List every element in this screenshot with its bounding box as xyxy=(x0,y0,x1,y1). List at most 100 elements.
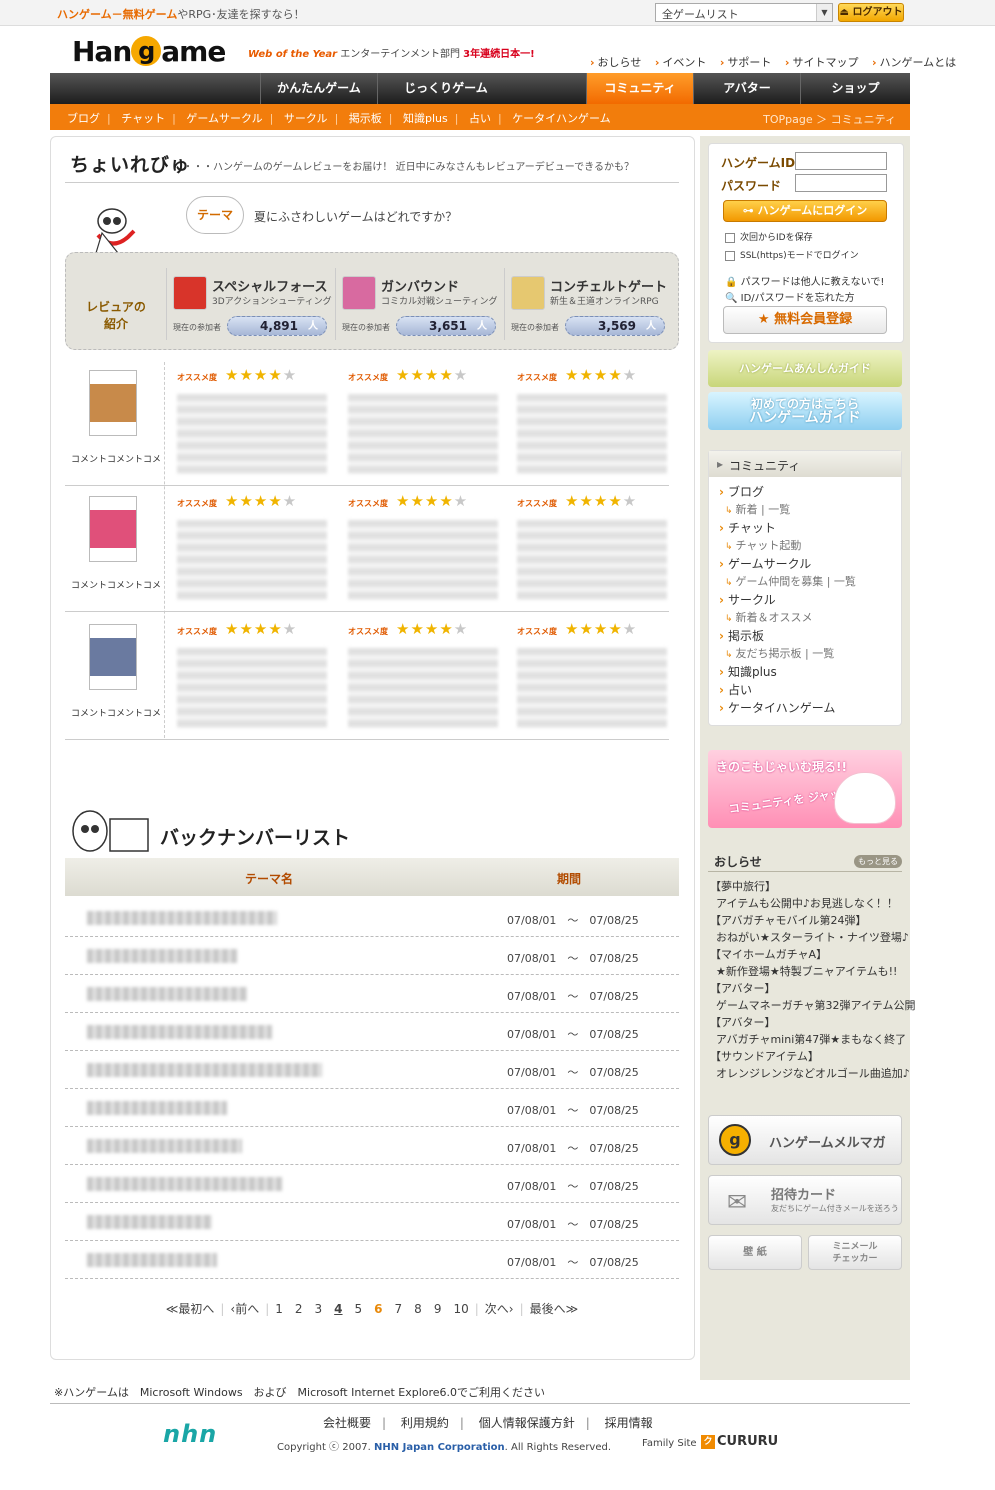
first-page-link[interactable]: ≪最初へ xyxy=(166,1302,215,1316)
game-list-select[interactable]: 全ゲームリスト ▼ xyxy=(655,3,833,22)
table-row[interactable]: 07/08/01 ～ 07/08/25 xyxy=(65,975,679,1013)
subnav-knowledge[interactable]: 知識plus xyxy=(403,112,448,125)
news-body[interactable]: おねがい★スターライト・ナイツ登場♪ xyxy=(716,929,909,945)
prev-page-link[interactable]: ‹前へ xyxy=(230,1302,259,1316)
theme-title-blurred[interactable] xyxy=(87,949,237,963)
table-row[interactable]: 07/08/01 ～ 07/08/25 xyxy=(65,1165,679,1203)
tab-easy-games[interactable]: かんたんゲーム xyxy=(260,73,377,104)
subnav-mobile[interactable]: ケータイハンゲーム xyxy=(512,112,610,125)
avatar[interactable] xyxy=(89,624,137,690)
tab-deep-games[interactable]: じっくりゲーム xyxy=(377,73,514,104)
logout-button[interactable]: ⏏ ログアウト xyxy=(838,3,904,22)
table-row[interactable]: 07/08/01 ～ 07/08/25 xyxy=(65,1013,679,1051)
community-subitem[interactable]: 友だち掲示板 | 一覧 xyxy=(725,645,835,661)
news-title[interactable]: 【サウンドアイテム】 xyxy=(710,1048,819,1064)
beginner-guide-banner[interactable]: 初めての方はこちら ハンゲームガイド xyxy=(708,392,902,430)
game-card-gunbound[interactable]: ガンバウンド コミカル対戦シューティング 現在の参加者 3,651 人 xyxy=(335,268,499,340)
game-card-special-force[interactable]: スペシャルフォース 3Dアクションシューティング 現在の参加者 4,891 人 xyxy=(166,268,332,340)
mailmag-button[interactable]: g ハンゲームメルマガ xyxy=(708,1115,902,1165)
table-row[interactable]: 07/08/01 ～ 07/08/25 xyxy=(65,1203,679,1241)
page-link[interactable]: 10 xyxy=(453,1302,468,1316)
cururu-logo[interactable]: ク CURURU xyxy=(701,1434,778,1449)
game-icon[interactable] xyxy=(511,276,545,310)
page-link[interactable]: 2 xyxy=(295,1302,303,1316)
theme-title-blurred[interactable] xyxy=(87,1101,227,1115)
news-body[interactable]: アバガチャmini第47弾★まもなく終了 xyxy=(716,1031,906,1047)
footer-link-privacy[interactable]: 個人情報保護方針 xyxy=(479,1416,575,1430)
news-more-button[interactable]: もっと見る xyxy=(854,855,902,868)
table-row[interactable]: 07/08/01 ～ 07/08/25 xyxy=(65,1127,679,1165)
news-title[interactable]: 【アバガチャモバイル第24弾】 xyxy=(710,912,866,928)
id-input[interactable] xyxy=(795,152,887,170)
page-link[interactable]: 9 xyxy=(434,1302,442,1316)
kinoko-banner[interactable]: きのこもじゃいむ現る!! コミュニティを ジャックする!? xyxy=(708,750,902,828)
subnav-circle[interactable]: サークル xyxy=(284,112,328,125)
subnav-fortune[interactable]: 占い xyxy=(469,112,491,125)
theme-title-blurred[interactable] xyxy=(87,1139,242,1153)
breadcrumb-top[interactable]: TOPpage xyxy=(763,113,812,126)
news-title[interactable]: 【アバター】 xyxy=(710,1014,776,1030)
subnav-game-circle[interactable]: ゲームサークル xyxy=(186,112,262,125)
forgot-link[interactable]: 🔍 ID/パスワードを忘れた方 xyxy=(725,289,855,304)
invite-card-button[interactable]: ✉ 招待カード 友だちにゲーム付きメールを送ろう xyxy=(708,1175,902,1225)
page-link[interactable]: 1 xyxy=(275,1302,283,1316)
community-item[interactable]: ブログ xyxy=(719,483,764,500)
game-card-concerto-gate[interactable]: コンチェルトゲート 新生＆王道オンラインRPG 現在の参加者 3,569 人 xyxy=(504,268,668,340)
table-row[interactable]: 07/08/01 ～ 07/08/25 xyxy=(65,1051,679,1089)
community-subitem[interactable]: チャット起動 xyxy=(725,537,802,553)
page-link[interactable]: 5 xyxy=(355,1302,363,1316)
community-subitem[interactable]: ゲーム仲間を募集 | 一覧 xyxy=(725,573,856,589)
avatar[interactable] xyxy=(89,370,137,436)
table-row[interactable]: 07/08/01 ～ 07/08/25 xyxy=(65,937,679,975)
password-input[interactable] xyxy=(795,174,887,192)
theme-title-blurred[interactable] xyxy=(87,1177,282,1191)
news-title[interactable]: 【アバター】 xyxy=(710,980,776,996)
nhn-logo[interactable]: nhn xyxy=(163,1420,217,1448)
community-subitem[interactable]: 新着＆オススメ xyxy=(725,609,813,625)
header-link-event[interactable]: イベント xyxy=(655,56,707,69)
subnav-chat[interactable]: チャット xyxy=(121,112,165,125)
news-title[interactable]: 【夢中旅行】 xyxy=(710,878,776,894)
next-page-link[interactable]: 次へ› xyxy=(485,1302,514,1316)
ssl-checkbox[interactable]: SSL(https)モードでログイン xyxy=(725,248,859,261)
theme-title-blurred[interactable] xyxy=(87,911,277,925)
chevron-down-icon[interactable]: ▼ xyxy=(816,4,832,21)
save-id-checkbox[interactable]: 次回からIDを保存 xyxy=(725,230,813,243)
register-button[interactable]: ★ 無料会員登録 xyxy=(723,306,887,334)
news-body[interactable]: ★新作登場★特製ブニャアイテムも!! xyxy=(716,963,897,979)
community-subitem[interactable]: 新着 | 一覧 xyxy=(725,501,791,517)
theme-title-blurred[interactable] xyxy=(87,1215,212,1229)
header-link-sitemap[interactable]: サイトマップ xyxy=(785,56,859,69)
tab-avatar[interactable]: アバター xyxy=(693,73,800,104)
subnav-blog[interactable]: ブログ xyxy=(67,112,100,125)
wallpaper-button[interactable]: 壁 紙 xyxy=(708,1235,802,1270)
password-warning[interactable]: 🔒 パスワードは他人に教えないで! xyxy=(725,273,884,288)
page-link[interactable]: 3 xyxy=(315,1302,323,1316)
news-body[interactable]: アイテムも公開中♪お見逃しなく！！ xyxy=(716,895,898,911)
theme-title-blurred[interactable] xyxy=(87,1253,217,1267)
footer-link-company[interactable]: 会社概要 xyxy=(323,1416,371,1430)
tab-shop[interactable]: ショップ xyxy=(800,73,910,104)
theme-title-blurred[interactable] xyxy=(87,1063,322,1077)
page-link[interactable]: 4 xyxy=(334,1302,342,1316)
page-link[interactable]: 7 xyxy=(395,1302,403,1316)
header-link-about[interactable]: ハンゲームとは xyxy=(872,56,956,69)
tab-community[interactable]: コミュニティ xyxy=(586,73,693,104)
news-body[interactable]: ゲームマネーガチャ第32弾アイテム公開 xyxy=(716,997,915,1013)
header-link-news[interactable]: おしらせ xyxy=(590,56,641,69)
hangame-logo[interactable]: Han g ame xyxy=(72,35,226,69)
community-item[interactable]: 占い xyxy=(719,681,752,698)
avatar[interactable] xyxy=(89,496,137,562)
mini-mail-checker-button[interactable]: ミニメール チェッカー xyxy=(808,1235,902,1270)
community-item[interactable]: 知識plus xyxy=(719,663,777,680)
footer-link-terms[interactable]: 利用規約 xyxy=(401,1416,449,1430)
page-link[interactable]: 8 xyxy=(414,1302,422,1316)
table-row[interactable]: 07/08/01 ～ 07/08/25 xyxy=(65,1241,679,1279)
page-link[interactable]: 6 xyxy=(374,1302,382,1316)
login-button[interactable]: ⊶ ハンゲームにログイン xyxy=(723,200,887,222)
community-item[interactable]: ゲームサークル xyxy=(719,555,811,572)
community-item[interactable]: サークル xyxy=(719,591,776,608)
theme-title-blurred[interactable] xyxy=(87,987,247,1001)
community-item[interactable]: ケータイハンゲーム xyxy=(719,699,835,716)
community-item[interactable]: チャット xyxy=(719,519,776,536)
